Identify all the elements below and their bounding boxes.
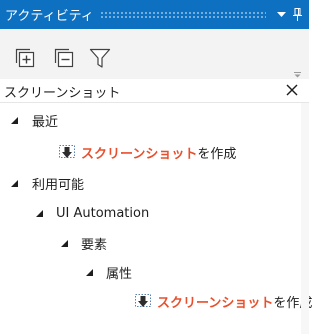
- tree-activity-take-screenshot[interactable]: スクリーンショット を作成: [58, 140, 236, 164]
- activity-name-rest: を作成: [197, 146, 237, 162]
- tree-node-label: 最近: [32, 114, 59, 130]
- tree-node-elements[interactable]: 要素: [61, 231, 107, 255]
- activity-name-highlight: スクリーンショット: [81, 146, 198, 162]
- expand-all-icon[interactable]: [14, 47, 36, 69]
- panel-titlebar: アクティビティ: [0, 0, 309, 29]
- tree-node-label: 属性: [106, 266, 133, 282]
- filter-icon[interactable]: [89, 47, 111, 69]
- search-text: スクリーンショット: [4, 86, 121, 101]
- tree-node-label: UI Automation: [56, 205, 150, 221]
- pin-icon[interactable]: [290, 0, 305, 29]
- tree-node-ui-automation[interactable]: UI Automation: [36, 201, 149, 225]
- activities-toolbar: [0, 29, 309, 79]
- dropdown-arrow-icon[interactable]: [274, 0, 289, 29]
- tree-activity-take-screenshot[interactable]: スクリーンショット を作成: [134, 289, 312, 313]
- tree-node-label: 要素: [81, 237, 108, 253]
- expanded-triangle-icon[interactable]: [61, 239, 68, 247]
- screenshot-activity-icon: [59, 145, 75, 158]
- titlebar-grip[interactable]: [99, 11, 266, 18]
- panel-title: アクティビティ: [5, 9, 94, 24]
- expanded-triangle-icon[interactable]: [11, 179, 18, 187]
- screenshot-activity-icon: [135, 294, 151, 307]
- tree-node-label: 利用可能: [32, 177, 85, 193]
- tree-node-recent[interactable]: 最近: [11, 108, 58, 132]
- expanded-triangle-icon[interactable]: [36, 209, 43, 217]
- collapse-all-icon[interactable]: [53, 47, 75, 69]
- expanded-triangle-icon[interactable]: [11, 116, 18, 124]
- activity-name-highlight: スクリーンショット: [157, 295, 274, 311]
- tree-node-attributes[interactable]: 属性: [86, 260, 132, 284]
- vertical-scrollbar[interactable]: [301, 103, 309, 334]
- close-icon[interactable]: [285, 83, 299, 97]
- search-input[interactable]: スクリーンショット: [0, 79, 309, 103]
- expanded-triangle-icon[interactable]: [86, 268, 93, 276]
- tree-node-available[interactable]: 利用可能: [11, 171, 84, 195]
